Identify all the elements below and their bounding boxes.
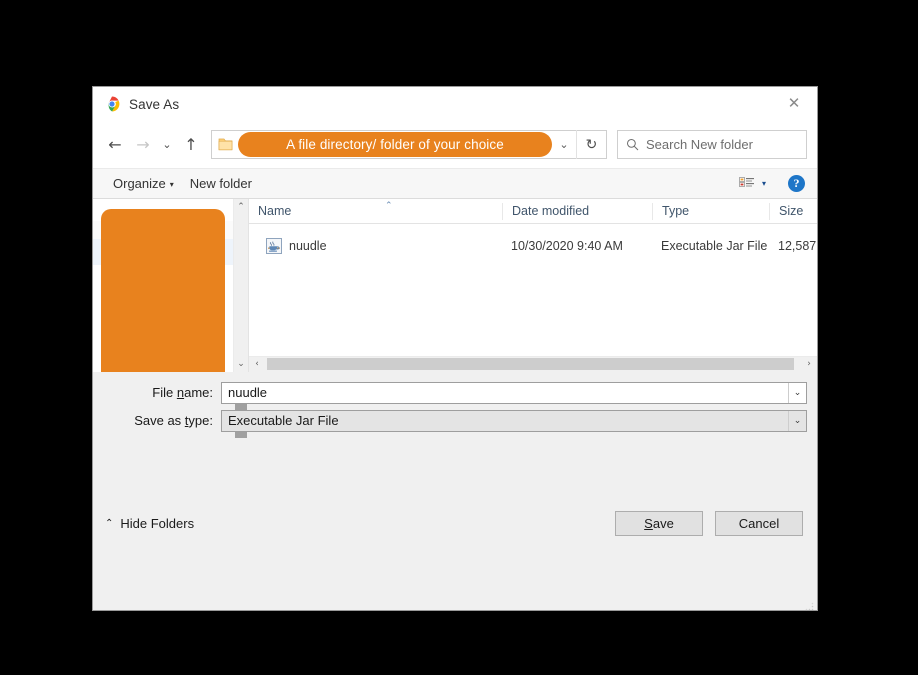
column-header-name[interactable]: Name <box>249 203 502 220</box>
table-row[interactable]: nuudle 10/30/2020 9:40 AM Executable Jar… <box>249 235 817 257</box>
save-as-type-value: Executable Jar File <box>228 413 339 428</box>
window-title: Save As <box>129 96 180 112</box>
scroll-left-icon[interactable]: ‹ <box>249 359 265 369</box>
chevron-up-icon: ⌃ <box>105 518 114 530</box>
view-layout-icon[interactable] <box>736 174 758 194</box>
address-path-highlight[interactable]: A file directory/ folder of your choice <box>238 132 552 157</box>
address-dropdown-icon[interactable]: ⌄ <box>552 138 576 151</box>
up-button[interactable]: ↑ <box>177 131 205 159</box>
file-name-label-post: ame: <box>184 385 213 400</box>
jar-file-icon <box>266 238 282 254</box>
cell-size: 12,587 <box>778 239 817 253</box>
save-label-accelerator: S <box>644 516 653 532</box>
scroll-track[interactable] <box>234 215 248 453</box>
chevron-down-icon[interactable]: ⌄ <box>788 410 806 431</box>
help-icon[interactable]: ? <box>788 175 805 192</box>
screen: Save As ✕ ← → ⌄ ↑ A file directory/ fold… <box>0 0 918 675</box>
hide-folders-button[interactable]: ⌃ Hide Folders <box>105 516 194 531</box>
organize-label: Organize <box>113 176 166 191</box>
dialog-footer: ⌃ Hide Folders Save Cancel <box>93 437 817 611</box>
back-button[interactable]: ← <box>101 131 129 159</box>
save-button[interactable]: Save <box>615 511 703 537</box>
scroll-up-icon[interactable]: ⌃ <box>234 199 248 215</box>
chrome-icon <box>104 96 120 112</box>
cell-name: nuudle <box>249 238 502 254</box>
address-bar[interactable]: A file directory/ folder of your choice … <box>211 130 607 159</box>
save-as-type-label-pre: Save as <box>134 413 185 428</box>
chevron-down-icon: ▾ <box>169 180 174 189</box>
file-name-value: nuudle <box>228 385 268 400</box>
column-header-size[interactable]: Size <box>769 202 817 220</box>
save-as-type-label-post: ype: <box>188 413 213 428</box>
file-list-horizontal-scrollbar[interactable]: ‹ › <box>249 355 817 372</box>
file-name-input[interactable]: nuudle ⌄ <box>221 381 807 404</box>
file-name-row: File name: nuudle ⌄ <box>103 381 807 404</box>
column-header-date-modified[interactable]: Date modified <box>502 202 652 220</box>
sort-ascending-icon: ⌃ <box>385 201 393 211</box>
close-icon: ✕ <box>787 94 801 112</box>
view-options-chevron-icon[interactable]: ▾ <box>760 179 774 188</box>
file-name-label: File name: <box>103 385 221 400</box>
navigation-pane-scrollbar[interactable]: ⌃ ⌄ <box>233 199 248 453</box>
cancel-button[interactable]: Cancel <box>715 511 803 537</box>
new-folder-button[interactable]: New folder <box>182 173 260 194</box>
scroll-right-icon[interactable]: › <box>801 359 817 369</box>
background-ghost-text <box>92 612 818 628</box>
horizontal-scroll-thumb[interactable] <box>267 358 794 370</box>
scroll-down-icon[interactable]: ⌄ <box>234 356 248 372</box>
command-toolbar: Organize ▾ New folder ▾ ? <box>93 168 817 199</box>
save-as-dialog: Save As ✕ ← → ⌄ ↑ A file directory/ fold… <box>92 86 818 611</box>
file-list-pane: Name Date modified Type Size ⌃ nuudle 10… <box>248 199 817 372</box>
resize-grip-icon[interactable] <box>804 598 814 611</box>
cell-date-modified: 10/30/2020 9:40 AM <box>511 239 623 253</box>
dialog-body: ⌃ ⌄ Name Date modified Type Size ⌃ nuudl… <box>93 199 817 453</box>
horizontal-scroll-track[interactable] <box>265 357 801 371</box>
title-bar: Save As ✕ <box>93 87 817 121</box>
search-icon <box>618 138 646 151</box>
file-name-label-accelerator: n <box>176 385 185 400</box>
cell-type: Executable Jar File <box>661 239 768 253</box>
file-rows: nuudle 10/30/2020 9:40 AM Executable Jar… <box>249 224 817 356</box>
chevron-down-icon[interactable]: ⌄ <box>788 382 806 403</box>
navigation-bar: ← → ⌄ ↑ A file directory/ folder of your… <box>93 121 817 168</box>
forward-button[interactable]: → <box>129 131 157 159</box>
save-as-type-select[interactable]: Executable Jar File ⌄ <box>221 409 807 432</box>
save-as-type-row: Save as type: Executable Jar File ⌄ <box>103 409 807 432</box>
toolbar-right-group: ▾ ? <box>736 174 809 194</box>
folder-icon <box>218 138 233 151</box>
search-box[interactable]: Search New folder <box>617 130 807 159</box>
recent-locations-button[interactable]: ⌄ <box>157 131 177 159</box>
file-name-label-pre: File <box>152 385 177 400</box>
search-placeholder: Search New folder <box>646 137 753 152</box>
save-form: File name: nuudle ⌄ Save as type: Execut… <box>93 371 817 438</box>
refresh-icon[interactable]: ↻ <box>576 130 606 159</box>
save-label-post: ave <box>652 516 674 532</box>
file-name-text: nuudle <box>289 239 327 253</box>
close-button[interactable]: ✕ <box>771 87 817 120</box>
navigation-pane[interactable] <box>93 199 233 372</box>
hide-folders-label: Hide Folders <box>120 516 195 532</box>
navigation-pane-highlight-overlay <box>101 209 225 372</box>
address-path-text: A file directory/ folder of your choice <box>286 137 504 152</box>
column-headers: Name Date modified Type Size ⌃ <box>249 199 817 224</box>
organize-button[interactable]: Organize ▾ <box>105 173 182 194</box>
column-header-type[interactable]: Type <box>652 202 769 220</box>
save-as-type-label: Save as type: <box>103 413 221 428</box>
